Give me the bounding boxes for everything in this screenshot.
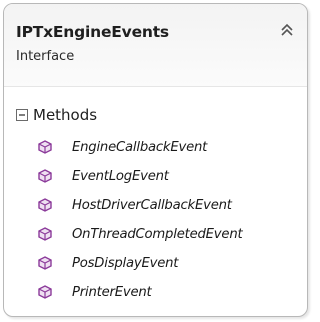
method-item[interactable]: EngineCallbackEvent xyxy=(37,137,207,157)
methods-section-label: Methods xyxy=(33,106,98,124)
class-diagram-shape[interactable]: IPTxEngineEvents Interface Methods Engin… xyxy=(3,3,308,317)
shape-header: IPTxEngineEvents Interface xyxy=(4,4,307,87)
method-item[interactable]: OnThreadCompletedEvent xyxy=(37,224,243,244)
method-label: PrinterEvent xyxy=(72,284,152,300)
method-item[interactable]: HostDriverCallbackEvent xyxy=(37,195,232,215)
interface-title: IPTxEngineEvents xyxy=(16,23,169,41)
method-cube-icon xyxy=(38,227,52,241)
method-cube-icon xyxy=(38,140,52,154)
methods-section-header: Methods xyxy=(16,106,97,124)
method-label: HostDriverCallbackEvent xyxy=(72,197,232,213)
method-label: OnThreadCompletedEvent xyxy=(72,226,243,242)
method-item[interactable]: EventLogEvent xyxy=(37,166,169,186)
method-item[interactable]: PosDisplayEvent xyxy=(37,253,178,273)
method-label: EventLogEvent xyxy=(72,168,169,184)
method-cube-icon xyxy=(38,198,52,212)
method-cube-icon xyxy=(38,285,52,299)
method-label: EngineCallbackEvent xyxy=(72,139,208,155)
method-cube-icon xyxy=(38,256,52,270)
interface-stereotype: Interface xyxy=(16,49,75,64)
method-item[interactable]: PrinterEvent xyxy=(37,282,152,302)
method-label: PosDisplayEvent xyxy=(72,255,179,271)
collapse-minus-icon[interactable] xyxy=(16,109,28,121)
double-chevron-up-icon[interactable] xyxy=(276,20,298,42)
method-cube-icon xyxy=(38,169,52,183)
